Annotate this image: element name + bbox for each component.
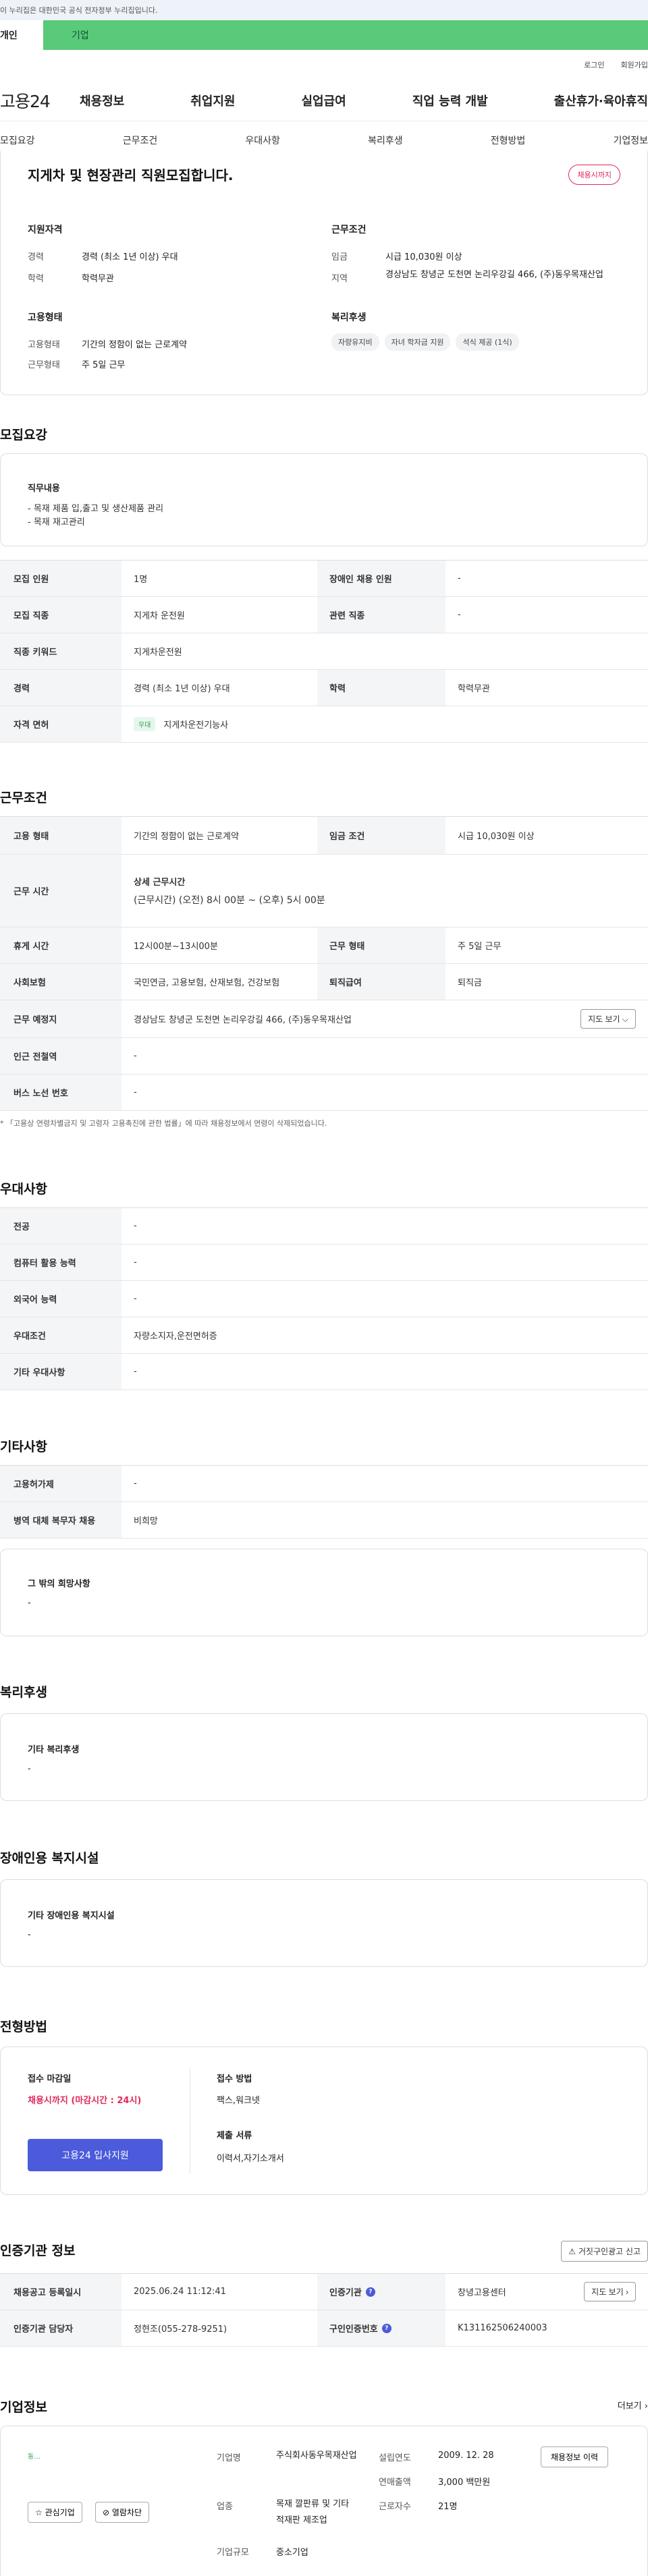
report-button[interactable]: ⚠ 거짓구인광고 신고 [561, 2241, 648, 2262]
cert-section-title: 인증기관 정보 [0, 2243, 76, 2258]
selection-box: 접수 마감일 채용시까지 (마감시간 : 24시) 고용24 입사지원 접수 방… [0, 2047, 648, 2195]
table-row: 고용허가제 - [0, 1466, 648, 1502]
table-row: 컴퓨터 활용 능력 - [0, 1244, 648, 1281]
work-section-title: 근무조건 [0, 791, 47, 805]
welfare-tag: 석식 제공 (1식) [456, 333, 519, 351]
tab-personal[interactable]: 개인 [0, 20, 43, 50]
welfare-box: 기타 복리후생 - [0, 1713, 648, 1801]
deadline-value: 채용시까지 (마감시간 : 24시) [28, 2096, 142, 2106]
summary-card: 지게차 및 현장관리 직원모집합니다. 채용시까지 지원자격 경력 경력 (최소… [0, 151, 648, 395]
table-row: 휴게 시간 12시00분~13시00분 근무 형태 주 5일 근무 [0, 927, 648, 964]
map-button[interactable]: 지도 보기 ⌵ [580, 1009, 636, 1029]
apply-button[interactable]: 고용24 입사지원 [28, 2139, 163, 2171]
welfare-tag: 자녀 학자금 지원 [384, 333, 451, 351]
work-table: 고용 형태 기간의 정함이 없는 근로계약 임금 조건 시급 10,030원 이… [0, 816, 648, 1111]
user-tabs: 개인 기업 [0, 20, 648, 50]
table-row: 직종 키워드 지게차운전원 [0, 633, 648, 670]
more-link[interactable]: 더보기 › [618, 2399, 648, 2411]
chevron-right-icon: › [644, 2401, 648, 2411]
company-section-title: 기업정보 [0, 2400, 47, 2415]
agency-map-button[interactable]: 지도 보기 › [584, 2282, 636, 2301]
table-row: 자격 면허 우대 지게차운전기능사 [0, 706, 648, 743]
welfare-tag: 자량유지비 [331, 333, 379, 351]
table-row: 인증기관 담당자 정현조(055-278-9251) 구인인증번호? K1311… [0, 2310, 648, 2347]
table-row: 모집 직종 지게차 운전원 관련 직종 - [0, 597, 648, 633]
company-box: 동... ☆ 관심기업 ⊘ 열람차단 기업명 주식회사동우목재산업 업종 목재 … [0, 2426, 648, 2576]
cert-table: 채용공고 등록일시 2025.06.24 11:12:41 인증기관? 창녕고용… [0, 2273, 648, 2347]
gnb-item-parental-leave[interactable]: 출산휴가·육아휴직 [554, 92, 648, 109]
welfare-section-title: 복리후생 [0, 1685, 47, 1700]
tab-welfare[interactable]: 복리후생 [368, 134, 403, 147]
login-link[interactable]: 로그인 [584, 59, 604, 70]
table-row: 기타 우대사항 - [0, 1354, 648, 1390]
qual-title: 지원자격 [28, 225, 63, 235]
tab-selection[interactable]: 전형방법 [491, 134, 526, 147]
info-icon[interactable]: ? [381, 2323, 392, 2333]
pref-badge: 우대 [134, 717, 156, 731]
status-badge: 채용시까지 [568, 165, 620, 185]
welfare-tags: 자량유지비 자녀 학자금 지원 석식 제공 (1식) [331, 333, 519, 351]
table-row: 사회보험 국민연금, 고용보험, 산재보험, 건강보험 퇴직급여 퇴직금 [0, 964, 648, 1000]
gov-notice: 이 누리집은 대한민국 공식 전자정부 누리집입니다. [0, 0, 648, 20]
chevron-right-icon: › [626, 2287, 628, 2297]
table-row: 근무 예정지 경상남도 창녕군 도천면 논리우강길 466, (주)동우목재산업… [0, 1000, 648, 1038]
utility-links: 로그인 회원가입 [0, 50, 648, 80]
gnb-item-jobs[interactable]: 채용정보 [80, 92, 124, 109]
block-button[interactable]: ⊘ 열람차단 [95, 2502, 150, 2523]
tab-work[interactable]: 근무조건 [123, 134, 158, 147]
table-row: 고용 형태 기간의 정함이 없는 근로계약 임금 조건 시급 10,030원 이… [0, 817, 648, 855]
gnb-item-training[interactable]: 직업 능력 개발 [412, 92, 488, 109]
table-row: 외국어 능력 - [0, 1281, 648, 1317]
selection-section-title: 전형방법 [0, 2020, 47, 2034]
company-logo: 동... [28, 2453, 40, 2461]
table-row: 근무 시간 상세 근무시간 (근무시간) (오전) 8시 00분 ~ (오후) … [0, 855, 648, 927]
report-icon: ⚠ [568, 2247, 576, 2256]
tab-company[interactable]: 기업정보 [613, 134, 648, 147]
table-row: 경력 경력 (최소 1년 이상) 우대 학력 학력무관 [0, 670, 648, 706]
disabled-section-title: 장애인용 복지시설 [0, 1851, 99, 1866]
recruit-table: 모집 인원 1명 장애인 채용 인원 - 모집 직종 지게차 운전원 관련 직종… [0, 560, 648, 743]
welfare-title: 복리후생 [331, 312, 367, 323]
table-row: 병역 대체 복무자 채용 비희망 [0, 1502, 648, 1539]
age-note: * 「고용상 연령차별금지 및 고령자 고용촉진에 관한 법률」에 따라 채용정… [0, 1119, 327, 1128]
table-row: 모집 인원 1명 장애인 채용 인원 - [0, 561, 648, 597]
etc-section-title: 기타사항 [0, 1439, 47, 1454]
gnb-item-employment-support[interactable]: 취업지원 [190, 92, 235, 109]
disabled-box: 기타 장애인용 복지시설 - [0, 1879, 648, 1967]
etc-table: 고용허가제 - 병역 대체 복무자 채용 비희망 [0, 1465, 648, 1539]
tab-recruit[interactable]: 모집요강 [0, 134, 35, 147]
tab-company[interactable]: 기업 [43, 20, 648, 50]
job-title: 지게차 및 현장관리 직원모집합니다. [28, 167, 234, 183]
recruit-section-title: 모집요강 [0, 428, 47, 442]
hope-box: 그 밖의 희망사항 - [0, 1549, 648, 1636]
star-icon: ☆ [35, 2508, 43, 2517]
gnb-item-unemployment[interactable]: 실업급여 [302, 92, 346, 109]
info-icon[interactable]: ? [365, 2287, 375, 2297]
tab-pref[interactable]: 우대사항 [245, 134, 280, 147]
site-logo[interactable]: 고용24 [0, 88, 80, 113]
pref-section-title: 우대사항 [0, 1182, 47, 1197]
main-nav: 고용24 채용정보 취업지원 실업급여 직업 능력 개발 출산휴가·육아휴직 [0, 80, 648, 121]
history-button[interactable]: 채용정보 이력 [541, 2446, 609, 2467]
cond-title: 근무조건 [331, 225, 367, 235]
pref-table: 전공 - 컴퓨터 활용 능력 - 외국어 능력 - 우대조건 자량소지자,운전면허증 기… [0, 1207, 648, 1390]
emp-title: 고용형태 [28, 312, 63, 323]
table-row: 인근 전철역 - [0, 1038, 648, 1075]
join-link[interactable]: 회원가입 [621, 59, 648, 70]
table-row: 전공 - [0, 1208, 648, 1244]
table-row: 우대조건 자량소지자,운전면허증 [0, 1317, 648, 1354]
duty-box: 직무내용 - 목재 제품 입,출고 및 생산제품 관리 - 목재 재고관리 [0, 453, 648, 546]
table-row: 채용공고 등록일시 2025.06.24 11:12:41 인증기관? 창녕고용… [0, 2274, 648, 2310]
block-icon: ⊘ [103, 2508, 110, 2517]
favorite-button[interactable]: ☆ 관심기업 [28, 2502, 82, 2523]
table-row: 버스 노선 번호 - [0, 1075, 648, 1111]
